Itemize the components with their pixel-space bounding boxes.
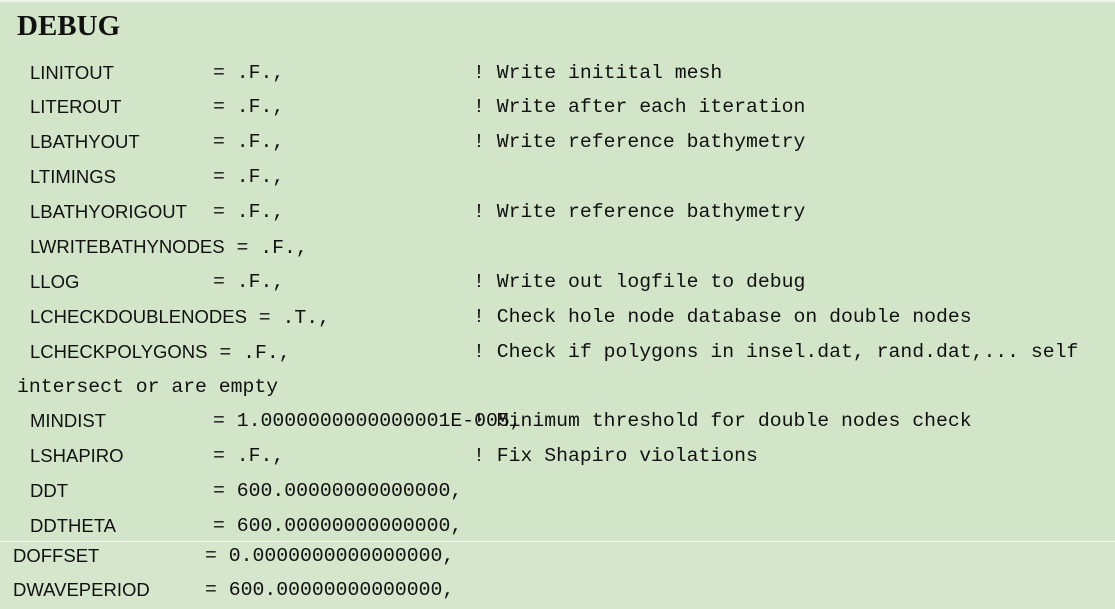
var-name: LBATHYOUT xyxy=(30,131,140,152)
namelist-line: LWRITEBATHYNODES = .F., xyxy=(30,235,308,260)
namelist-line: DDT = 600.00000000000000, xyxy=(30,479,462,504)
var-assign: = .F., xyxy=(213,201,285,223)
namelist-line: LINITOUT = .F., ! Write initital mesh xyxy=(30,61,722,86)
namelist-line: MINDIST = 1.0000000000000001E-005,! Minim… xyxy=(30,409,972,434)
var-comment: ! Write reference bathymetry xyxy=(473,201,806,223)
var-name: LCHECKDOUBLENODES xyxy=(30,306,247,327)
var-name: LBATHYORIGOUT xyxy=(30,201,187,222)
var-assign: = .F., xyxy=(213,271,285,293)
var-assign: = .F., xyxy=(213,166,285,188)
namelist-line: LTIMINGS = .F., xyxy=(30,165,284,190)
var-assign: = .T., xyxy=(258,307,331,329)
namelist-line: LCHECKDOUBLENODES = .T., ! Check hole nod… xyxy=(30,305,972,330)
var-comment: ! Write after each iteration xyxy=(473,96,806,118)
var-name: LINITOUT xyxy=(30,62,114,83)
var-name: LTIMINGS xyxy=(30,166,116,187)
var-name: LITEROUT xyxy=(30,96,122,117)
var-comment: ! Write out logfile to debug xyxy=(473,271,806,293)
var-assign: = 600.00000000000000, xyxy=(205,579,455,601)
var-assign: = 600.00000000000000, xyxy=(213,480,463,502)
var-name: DDT xyxy=(30,480,69,501)
namelist-line: LCHECKPOLYGONS = .F., ! Check if polygons… xyxy=(30,340,1078,365)
namelist-line: DOFFSET = 0.0000000000000000, xyxy=(13,544,454,569)
var-comment: ! Write initital mesh xyxy=(473,62,723,84)
var-assign: = .F., xyxy=(213,445,285,467)
namelist-line: LITEROUT = .F., ! Write after each iterati… xyxy=(30,95,805,120)
namelist-line: DWAVEPERIOD = 600.00000000000000, xyxy=(13,578,454,603)
var-assign: = .F., xyxy=(213,131,285,153)
var-name: MINDIST xyxy=(30,410,107,431)
lower-panel: DOFFSET = 0.0000000000000000, DWAVEPERIOD… xyxy=(0,542,1115,609)
var-comment: ! Fix Shapiro violations xyxy=(473,445,758,467)
var-comment: ! Check if polygons in insel.dat, rand.d… xyxy=(473,341,1079,363)
var-comment: ! Minimum threshold for double nodes che… xyxy=(473,410,972,432)
var-assign: = 0.0000000000000000, xyxy=(205,545,455,567)
namelist-line: LBATHYORIGOUT = .F., ! Write reference bat… xyxy=(30,200,805,225)
var-assign: = 600.00000000000000, xyxy=(213,515,463,537)
var-name: LWRITEBATHYNODES xyxy=(30,236,225,257)
var-comment: intersect or are empty xyxy=(17,376,279,398)
var-name: DWAVEPERIOD xyxy=(13,579,150,600)
namelist-line: LBATHYOUT = .F., ! Write reference bathyme… xyxy=(30,130,805,155)
var-assign: = .F., xyxy=(219,342,291,364)
var-name: LLOG xyxy=(30,271,80,292)
var-comment: ! Check hole node database on double nod… xyxy=(473,306,972,328)
namelist-line: DDTHETA = 600.00000000000000, xyxy=(30,514,462,539)
section-title: DEBUG xyxy=(17,10,121,42)
comment-continuation: intersect or are empty xyxy=(17,375,278,399)
namelist-panel: DEBUG LINITOUT = .F., ! Write initital mes… xyxy=(0,0,1115,609)
var-name: DOFFSET xyxy=(13,545,100,566)
var-name: LCHECKPOLYGONS xyxy=(30,341,208,362)
var-assign: = .F., xyxy=(213,62,285,84)
var-name: LSHAPIRO xyxy=(30,445,124,466)
var-assign: = .F., xyxy=(236,237,308,259)
namelist-line: LSHAPIRO = .F., ! Fix Shapiro violations xyxy=(30,444,758,469)
var-assign: = .F., xyxy=(213,96,285,118)
var-name: DDTHETA xyxy=(30,515,116,536)
var-comment: ! Write reference bathymetry xyxy=(473,131,806,153)
namelist-line: LLOG = .F., ! Write out logfile to debug xyxy=(30,270,805,295)
